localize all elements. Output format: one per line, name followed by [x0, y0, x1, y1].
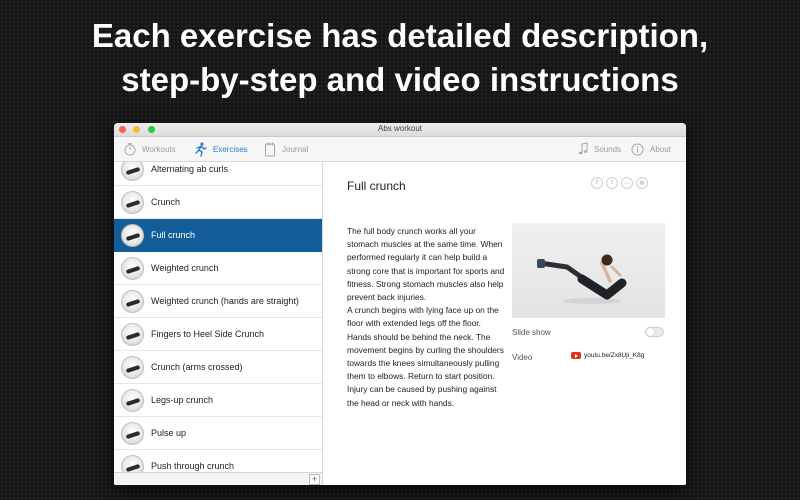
list-item-label: Alternating ab curls	[151, 164, 229, 174]
list-item-label: Pulse up	[151, 428, 187, 438]
youtube-icon	[571, 352, 581, 359]
exercise-thumbnail	[121, 355, 144, 379]
exercise-thumbnail	[121, 388, 144, 412]
list-item-label: Weighted crunch	[151, 263, 219, 273]
headline-line-2: step-by-step and video instructions	[121, 61, 679, 98]
info-icon	[631, 143, 644, 155]
exercise-list: Alternating ab curls Crunch Full crunch …	[114, 162, 323, 485]
list-item-label: Crunch (arms crossed)	[151, 362, 243, 372]
stopwatch-icon	[124, 143, 136, 156]
list-item-label: Fingers to Heel Side Crunch	[151, 329, 265, 339]
headline-line-1: Each exercise has detailed description,	[91, 17, 709, 54]
list-item-selected[interactable]: Full crunch	[114, 219, 322, 252]
toolbar: Workouts Exercises Journal Sounds About	[114, 137, 686, 162]
video-link-text: youtu.be/Zx8Uji_K8g	[584, 352, 645, 359]
tab-journal[interactable]: Journal	[264, 137, 308, 161]
twitter-icon[interactable]: t	[606, 177, 618, 189]
message-icon[interactable]: …	[621, 177, 633, 189]
music-note-icon	[578, 142, 588, 155]
slideshow-label: Slide show	[512, 328, 551, 337]
title-bar: Abs workout	[114, 123, 686, 137]
exercise-description: The full body crunch works all your stom…	[347, 225, 505, 410]
exercise-thumbnail	[121, 190, 144, 214]
exercise-detail: Full crunch f t … ✉ The full body crunch…	[323, 162, 686, 485]
sounds-button[interactable]: Sounds	[578, 137, 621, 161]
list-item-label: Crunch	[151, 197, 181, 207]
sounds-label: Sounds	[594, 144, 622, 154]
promo-headline: Each exercise has detailed description, …	[0, 14, 800, 102]
tab-journal-label: Journal	[282, 144, 309, 154]
add-exercise-button[interactable]: +	[309, 474, 320, 485]
list-item[interactable]: Pulse up	[114, 417, 322, 450]
about-label: About	[650, 144, 671, 154]
running-figure-icon	[195, 141, 207, 157]
slideshow-toggle[interactable]	[645, 327, 664, 337]
about-button[interactable]: About	[631, 137, 671, 161]
list-item-label: Full crunch	[151, 230, 196, 240]
video-label: Video	[512, 353, 533, 362]
list-item[interactable]: Weighted crunch (hands are straight)	[114, 285, 322, 318]
video-link[interactable]: youtu.be/Zx8Uji_K8g	[571, 352, 644, 359]
share-buttons: f t … ✉	[591, 177, 651, 189]
email-icon[interactable]: ✉	[636, 177, 648, 189]
exercise-thumbnail	[121, 256, 144, 280]
list-item-label: Weighted crunch (hands are straight)	[151, 296, 299, 306]
list-item-label: Push through crunch	[151, 461, 235, 471]
list-footer: +	[114, 472, 322, 485]
list-item[interactable]: Alternating ab curls	[114, 162, 322, 186]
exercise-thumbnail	[121, 289, 144, 313]
list-item[interactable]: Crunch	[114, 186, 322, 219]
exercise-title: Full crunch	[347, 179, 406, 193]
notebook-icon	[265, 142, 275, 156]
exercise-thumbnail	[121, 421, 144, 445]
facebook-icon[interactable]: f	[591, 177, 603, 189]
window-title: Abs workout	[377, 124, 423, 133]
exercise-figure-image	[537, 254, 627, 304]
tab-workouts-label: Workouts	[142, 144, 176, 154]
exercise-photo	[512, 223, 665, 318]
description-paragraph: A crunch begins with lying face up on th…	[347, 305, 504, 408]
tab-exercises[interactable]: Exercises	[194, 137, 248, 161]
app-window: Abs workout Workouts Exercises Journal S…	[114, 123, 686, 485]
list-item[interactable]: Crunch (arms crossed)	[114, 351, 322, 384]
list-item-label: Legs-up crunch	[151, 395, 214, 405]
exercise-thumbnail	[121, 162, 144, 181]
tab-workouts[interactable]: Workouts	[124, 137, 176, 161]
exercise-thumbnail	[121, 322, 144, 346]
list-item[interactable]: Legs-up crunch	[114, 384, 322, 417]
list-item[interactable]: Weighted crunch	[114, 252, 322, 285]
description-paragraph: The full body crunch works all your stom…	[347, 226, 505, 303]
tab-exercises-label: Exercises	[213, 144, 248, 154]
exercise-thumbnail	[121, 223, 144, 247]
list-item[interactable]: Fingers to Heel Side Crunch	[114, 318, 322, 351]
